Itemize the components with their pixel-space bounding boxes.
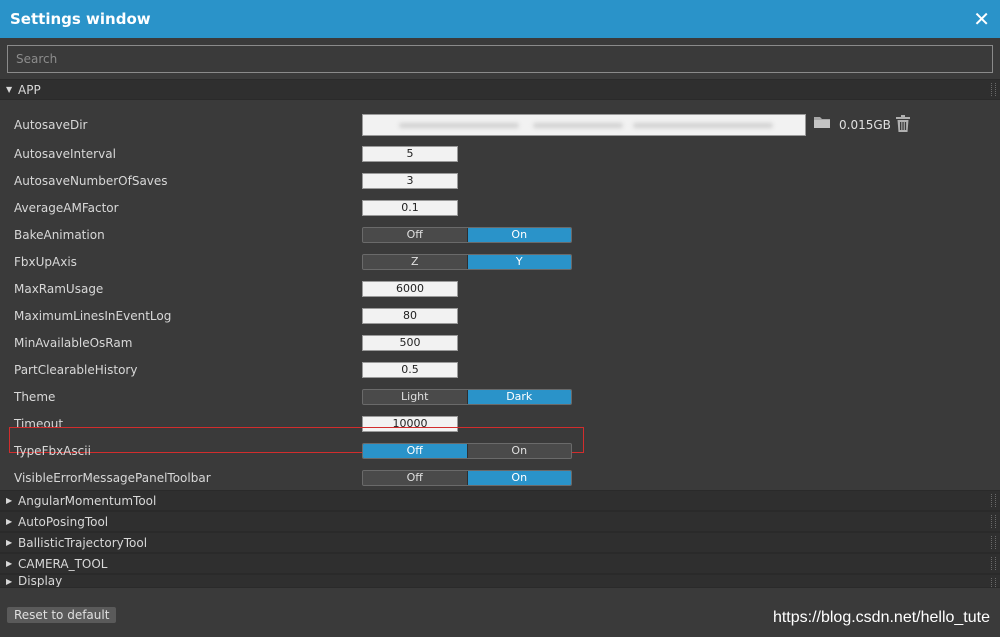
expanded-triangle-icon: ▼ [6, 85, 13, 94]
section-header-ballistictrajectorytool[interactable]: ▶ BallisticTrajectoryTool [0, 532, 1000, 553]
setting-label: AutosaveInterval [14, 147, 116, 161]
type-fbx-ascii-toggle: Off On [362, 443, 572, 459]
autosave-interval-input[interactable]: 5 [362, 146, 458, 162]
collapsed-triangle-icon: ▶ [6, 496, 13, 505]
setting-label: FbxUpAxis [14, 255, 77, 269]
trash-icon[interactable] [895, 115, 911, 133]
section-header-app[interactable]: ▼ APP [0, 79, 1000, 100]
toggle-option-off[interactable]: Off [363, 471, 468, 485]
section-header-display[interactable]: ▶ Display [0, 574, 1000, 588]
setting-label: AutosaveDir [14, 118, 88, 132]
toggle-option-on[interactable]: On [467, 228, 571, 242]
section-header-angularmomentumtool[interactable]: ▶ AngularMomentumTool [0, 490, 1000, 511]
setting-label: MaxRamUsage [14, 282, 104, 296]
close-icon[interactable]: ✕ [973, 9, 990, 29]
app-settings-panel: AutosaveDir 0.015GB AutosaveInterval 5 A… [0, 100, 1000, 490]
setting-row-maximumlinesineventlog: MaximumLinesInEventLog 80 [0, 306, 1000, 326]
autosave-number-input[interactable]: 3 [362, 173, 458, 189]
resize-grip-icon [991, 515, 996, 528]
storage-size: 0.015GB [839, 118, 891, 132]
redacted-text [633, 123, 773, 128]
redacted-text [533, 123, 623, 128]
section-header-camera-tool[interactable]: ▶ CAMERA_TOOL [0, 553, 1000, 574]
section-label: Display [18, 574, 63, 588]
setting-label: PartClearableHistory [14, 363, 138, 377]
toggle-option-y[interactable]: Y [467, 255, 571, 269]
setting-row-partclearablehistory: PartClearableHistory 0.5 [0, 360, 1000, 380]
setting-label: AutosaveNumberOfSaves [14, 174, 168, 188]
fbx-up-axis-toggle: Z Y [362, 254, 572, 270]
setting-label: AverageAMFactor [14, 201, 119, 215]
toggle-option-off[interactable]: Off [363, 228, 468, 242]
setting-row-maxramusage: MaxRamUsage 6000 [0, 279, 1000, 299]
collapsed-triangle-icon: ▶ [6, 538, 13, 547]
toggle-option-light[interactable]: Light [363, 390, 468, 404]
section-label: APP [18, 82, 41, 97]
setting-row-theme: Theme Light Dark [0, 387, 1000, 407]
toggle-option-dark[interactable]: Dark [467, 390, 571, 404]
setting-row-visibleerrormessagepaneltoolbar: VisibleErrorMessagePanelToolbar Off On [0, 468, 1000, 488]
resize-grip-icon [991, 83, 996, 96]
setting-label: MaximumLinesInEventLog [14, 309, 172, 323]
setting-row-bakeanimation: BakeAnimation Off On [0, 225, 1000, 245]
resize-grip-icon [991, 494, 996, 507]
toggle-option-off[interactable]: Off [363, 444, 468, 458]
redacted-text [399, 123, 519, 128]
section-label: AutoPosingTool [18, 514, 109, 529]
resize-grip-icon [991, 536, 996, 549]
toggle-option-z[interactable]: Z [363, 255, 468, 269]
setting-row-typefbxascii: TypeFbxAscii Off On [0, 441, 1000, 461]
watermark: https://blog.csdn.net/hello_tute [772, 609, 990, 626]
collapsed-triangle-icon: ▶ [6, 517, 13, 526]
collapsed-triangle-icon: ▶ [6, 559, 13, 568]
average-am-factor-input[interactable]: 0.1 [362, 200, 458, 216]
setting-label: VisibleErrorMessagePanelToolbar [14, 471, 211, 485]
reset-to-default-button[interactable]: Reset to default [7, 607, 117, 623]
max-ram-usage-input[interactable]: 6000 [362, 281, 458, 297]
toggle-option-on[interactable]: On [467, 444, 571, 458]
title-bar: Settings window ✕ [0, 0, 1000, 38]
section-label: BallisticTrajectoryTool [18, 535, 148, 550]
toggle-option-on[interactable]: On [467, 471, 571, 485]
setting-label: TypeFbxAscii [14, 444, 91, 458]
min-os-ram-input[interactable]: 500 [362, 335, 458, 351]
setting-row-minavailableosram: MinAvailableOsRam 500 [0, 333, 1000, 353]
theme-toggle: Light Dark [362, 389, 572, 405]
setting-row-averageamfactor: AverageAMFactor 0.1 [0, 198, 1000, 218]
visible-error-toggle: Off On [362, 470, 572, 486]
setting-row-autosaveinterval: AutosaveInterval 5 [0, 144, 1000, 164]
footer: Reset to default https://blog.csdn.net/h… [0, 600, 1000, 637]
part-clearable-history-input[interactable]: 0.5 [362, 362, 458, 378]
search-bar [0, 38, 1000, 79]
setting-row-autosavedir: AutosaveDir 0.015GB [0, 114, 1000, 136]
section-label: AngularMomentumTool [18, 493, 157, 508]
autosave-dir-field[interactable] [362, 114, 806, 136]
resize-grip-icon [991, 578, 996, 587]
settings-window: Settings window ✕ ▼ APP AutosaveDir 0.01… [0, 0, 1000, 637]
resize-grip-icon [991, 557, 996, 570]
setting-row-autosavenumberofsaves: AutosaveNumberOfSaves 3 [0, 171, 1000, 191]
setting-label: Theme [14, 390, 56, 404]
setting-row-fbxupaxis: FbxUpAxis Z Y [0, 252, 1000, 272]
search-input[interactable] [7, 45, 993, 73]
bake-animation-toggle: Off On [362, 227, 572, 243]
collapsed-triangle-icon: ▶ [6, 576, 13, 586]
setting-label: MinAvailableOsRam [14, 336, 133, 350]
setting-label: BakeAnimation [14, 228, 105, 242]
folder-icon[interactable] [813, 115, 831, 129]
max-lines-input[interactable]: 80 [362, 308, 458, 324]
section-label: CAMERA_TOOL [18, 556, 108, 571]
section-header-autoposingtool[interactable]: ▶ AutoPosingTool [0, 511, 1000, 532]
window-title: Settings window [10, 10, 151, 28]
